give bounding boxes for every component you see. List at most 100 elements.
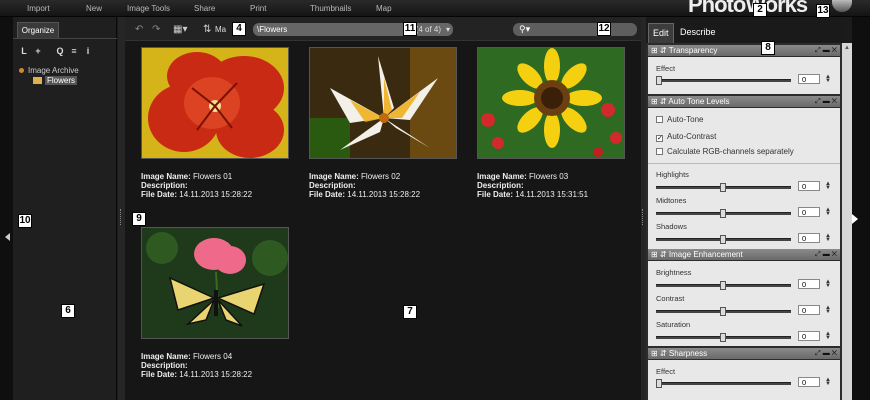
view-mode-label[interactable]: Ma (215, 25, 226, 34)
date-label: File Date: (477, 190, 514, 199)
thumbnail-item[interactable]: Image Name: Flowers 04 Description: File… (141, 227, 291, 379)
menu-new[interactable]: New (86, 4, 102, 13)
contrast-value[interactable]: 0 (798, 305, 820, 315)
saturation-value[interactable]: 0 (798, 331, 820, 341)
tab-edit[interactable]: Edit (648, 23, 674, 43)
sharpness-value[interactable]: 0 (798, 377, 820, 387)
contrast-label: Contrast (656, 294, 685, 303)
forward-arrow-icon[interactable]: ↷ (152, 24, 160, 35)
edit-panel: Edit Describe ⊞ ⇵ Transparency ⤢ ▬ ✕ Eff… (646, 17, 842, 400)
section-controls-icon[interactable]: ⤢ ▬ ✕ (815, 348, 837, 359)
thumbnail-item[interactable]: Image Name: Flowers 03 Description: File… (477, 47, 627, 199)
effect-slider[interactable] (656, 76, 791, 85)
effect-value[interactable]: 0 (798, 74, 820, 84)
rgb-channels-checkbox[interactable]: Calculate RGB-channels separately (656, 147, 794, 156)
tab-organize[interactable]: Organize (17, 22, 59, 38)
section-header-auto-tone[interactable]: ⊞ ⇵ Auto Tone Levels ⤢ ▬ ✕ (648, 96, 840, 107)
path-field[interactable]: \Flowers (4 of 4) ▾ (253, 23, 453, 36)
tree-item-image-archive[interactable]: Image Archive (19, 66, 79, 75)
section-controls-icon[interactable]: ⤢ ▬ ✕ (815, 96, 837, 107)
thumbnail-item[interactable]: Image Name: Flowers 01 Description: File… (141, 47, 291, 199)
menu-share[interactable]: Share (194, 4, 215, 13)
list-icon[interactable]: ≡ (69, 46, 79, 56)
section-header-enhancement[interactable]: ⊞ ⇵ Image Enhancement ⤢ ▬ ✕ (648, 249, 840, 260)
tree-tool-icon[interactable]: L (19, 46, 29, 56)
midtones-value[interactable]: 0 (798, 207, 820, 217)
tab-describe[interactable]: Describe (676, 23, 720, 43)
slider-knob[interactable] (656, 76, 662, 85)
brightness-slider[interactable] (656, 281, 791, 290)
checkbox-box[interactable] (656, 116, 663, 123)
flower-image-04[interactable] (141, 227, 289, 339)
spinner-icon[interactable]: ▲ ▼ (825, 279, 831, 289)
spinner-icon[interactable]: ▲ ▼ (825, 305, 831, 315)
help-button[interactable] (832, 0, 852, 12)
checkbox-box[interactable] (656, 148, 663, 155)
shadows-value[interactable]: 0 (798, 233, 820, 243)
section-controls-icon[interactable]: ⤢ ▬ ✕ (815, 45, 837, 56)
slider-knob[interactable] (720, 307, 726, 316)
spinner-icon[interactable]: ▲ ▼ (825, 74, 831, 84)
checkbox-checked[interactable]: ✓ (656, 135, 663, 142)
callout-badge: 6 (61, 304, 75, 318)
contrast-slider[interactable] (656, 307, 791, 316)
menu-image-tools[interactable]: Image Tools (127, 4, 170, 13)
flower-image-03[interactable] (477, 47, 625, 159)
midtones-slider[interactable] (656, 209, 791, 218)
right-collapse-strip[interactable] (852, 17, 870, 400)
auto-tone-checkbox[interactable]: Auto-Tone (656, 115, 703, 124)
callout-badge: 12 (597, 22, 611, 36)
slider-knob[interactable] (720, 209, 726, 218)
slider-knob[interactable] (720, 183, 726, 192)
collapse-right-arrow-icon[interactable] (852, 214, 858, 224)
new-folder-icon[interactable]: + (33, 46, 43, 56)
saturation-slider[interactable] (656, 333, 791, 342)
slider-knob[interactable] (720, 281, 726, 290)
sharpness-slider[interactable] (656, 379, 791, 388)
path-text: \Flowers (257, 25, 288, 34)
chevron-down-icon[interactable]: ▾ (446, 23, 450, 36)
auto-contrast-checkbox[interactable]: ✓ Auto-Contrast (656, 132, 716, 142)
left-collapse-strip[interactable] (0, 17, 13, 400)
flower-image-02[interactable] (309, 47, 457, 159)
shadows-slider[interactable] (656, 235, 791, 244)
left-splitter[interactable] (118, 17, 125, 400)
brightness-value[interactable]: 0 (798, 279, 820, 289)
grip-icon (642, 209, 644, 225)
flower-image-01[interactable] (141, 47, 289, 159)
menu-map[interactable]: Map (376, 4, 392, 13)
thumbnail-item[interactable]: Image Name: Flowers 02 Description: File… (309, 47, 459, 199)
spinner-icon[interactable]: ▲ ▼ (825, 331, 831, 341)
right-scrollbar[interactable]: ▲ (842, 43, 852, 400)
search-input[interactable]: ⚲▾ (513, 23, 637, 36)
info-icon[interactable]: i (83, 46, 93, 56)
collapse-left-arrow-icon[interactable] (5, 233, 10, 241)
highlights-value[interactable]: 0 (798, 181, 820, 191)
menu-thumbnails[interactable]: Thumbnails (310, 4, 351, 13)
spinner-icon[interactable]: ▲ ▼ (825, 181, 831, 191)
slider-knob[interactable] (720, 235, 726, 244)
tree-item-flowers[interactable]: Flowers (33, 76, 78, 85)
effect-label: Effect (656, 367, 676, 376)
search-icon[interactable]: ⚲▾ (519, 23, 530, 36)
section-header-transparency[interactable]: ⊞ ⇵ Transparency ⤢ ▬ ✕ (648, 45, 840, 56)
sort-icon[interactable]: ⇅ (203, 24, 211, 35)
section-header-sharpness[interactable]: ⊞ ⇵ Sharpness ⤢ ▬ ✕ (648, 348, 840, 359)
scroll-up-icon[interactable]: ▲ (844, 45, 850, 51)
callout-badge: 10 (18, 214, 32, 228)
back-arrow-icon[interactable]: ↶ (135, 24, 143, 35)
view-grid-icon[interactable]: ▦▾ (173, 24, 187, 35)
description-label: Description: (141, 181, 188, 190)
description-label: Description: (309, 181, 356, 190)
highlights-slider[interactable] (656, 183, 791, 192)
section-body-transparency: Effect 0 ▲ ▼ (648, 57, 840, 94)
slider-knob[interactable] (656, 379, 662, 388)
spinner-icon[interactable]: ▲ ▼ (825, 233, 831, 243)
search-folder-icon[interactable]: Q (55, 46, 65, 56)
section-controls-icon[interactable]: ⤢ ▬ ✕ (815, 249, 837, 260)
menu-import[interactable]: Import (27, 4, 50, 13)
menu-print[interactable]: Print (250, 4, 266, 13)
spinner-icon[interactable]: ▲ ▼ (825, 377, 831, 387)
slider-knob[interactable] (720, 333, 726, 342)
spinner-icon[interactable]: ▲ ▼ (825, 207, 831, 217)
